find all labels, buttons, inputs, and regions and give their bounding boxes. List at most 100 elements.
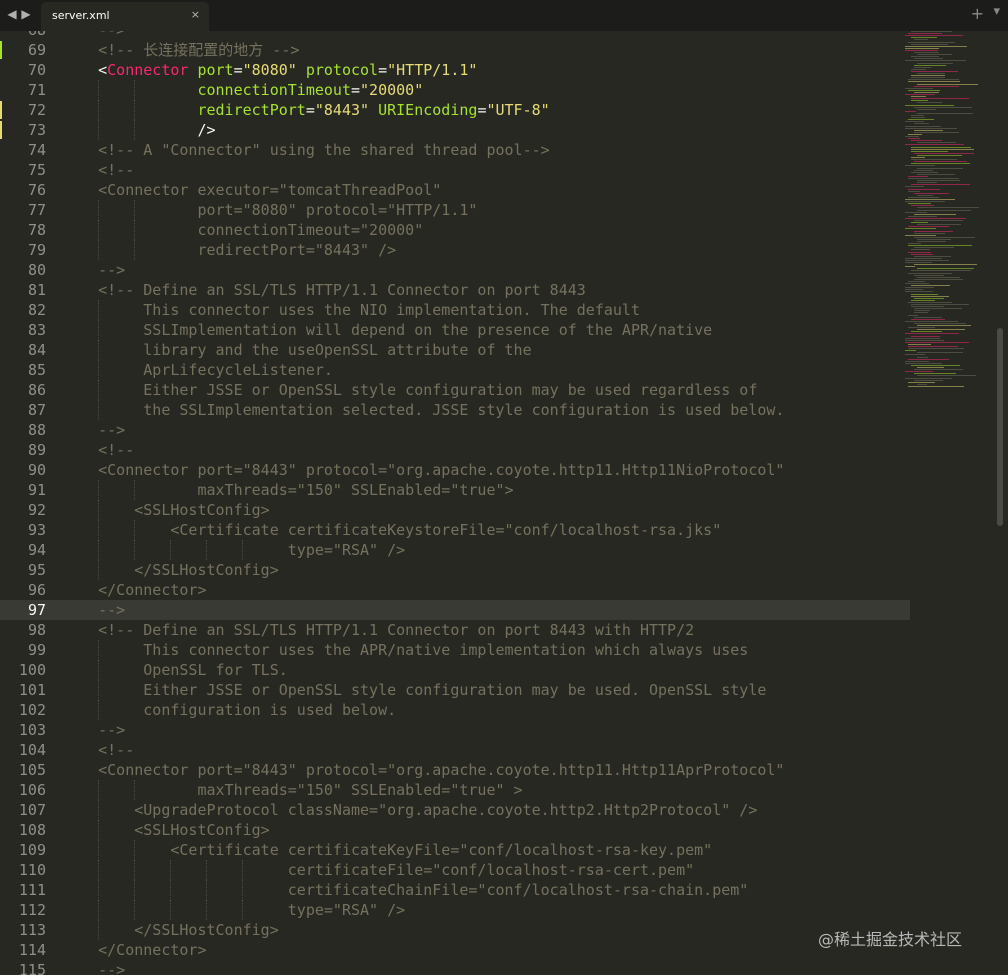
code-line[interactable]: 87 the SSLImplementation selected. JSSE … [0,400,910,420]
code-line[interactable]: 89 <!-- [0,440,910,460]
code-line[interactable]: 99 This connector uses the APR/native im… [0,640,910,660]
code-line[interactable]: 80 --> [0,260,910,280]
line-text: --> [62,601,126,619]
minimap-line [917,62,953,64]
code-line[interactable]: 82 This connector uses the NIO implement… [0,300,910,320]
tab-close-icon[interactable]: × [191,8,200,21]
code-line[interactable]: 78 connectionTimeout="20000" [0,220,910,240]
line-text: certificateFile="conf/localhost-rsa-cert… [62,861,695,879]
vertical-scrollbar[interactable] [997,328,1003,526]
code-line[interactable]: 85 AprLifecycleListener. [0,360,910,380]
minimap-line [917,154,962,156]
code-line[interactable]: 110 certificateFile="conf/localhost-rsa-… [0,860,910,880]
code-line[interactable]: 73 /> [0,120,910,140]
minimap-line [914,230,953,232]
code-line[interactable]: 76 <Connector executor="tomcatThreadPool… [0,180,910,200]
code-line[interactable]: 91 maxThreads="150" SSLEnabled="true"> [0,480,910,500]
code-line[interactable]: 108 <SSLHostConfig> [0,820,910,840]
code-line[interactable]: 113 </SSLHostConfig> [0,920,910,940]
minimap-line [911,140,942,142]
code-line[interactable]: 84 library and the useOpenSSL attribute … [0,340,910,360]
code-line[interactable]: 92 <SSLHostConfig> [0,500,910,520]
code-line[interactable]: 79 redirectPort="8443" /> [0,240,910,260]
minimap-line [911,157,926,158]
minimap-line [905,262,932,263]
minimap[interactable] [905,31,987,391]
code-line[interactable]: 71 connectionTimeout="20000" [0,80,910,100]
minimap-line [908,33,943,35]
minimap-line [905,289,924,291]
tab-menu-icon[interactable]: ▾ [993,4,1000,19]
minimap-line [905,127,957,129]
code-line[interactable]: 100 OpenSSL for TLS. [0,660,910,680]
minimap-line [905,47,940,49]
minimap-line [905,337,940,339]
code-line[interactable]: 75 <!-- [0,160,910,180]
code-line[interactable]: 72 redirectPort="8443" URIEncoding="UTF-… [0,100,910,120]
tab-nav-left-icon[interactable]: ◀ [6,6,18,22]
code-line[interactable]: 97 --> [0,600,910,620]
code-line[interactable]: 90 <Connector port="8443" protocol="org.… [0,460,910,480]
line-number: 86 [27,381,46,399]
code-line[interactable]: 115 --> [0,960,910,975]
minimap-line [914,131,960,133]
line-text: <UpgradeProtocol className="org.apache.c… [62,801,758,819]
minimap-line [908,381,936,383]
code-line[interactable]: 94 type="RSA" /> [0,540,910,560]
code-line[interactable]: 95 </SSLHostConfig> [0,560,910,580]
code-line[interactable]: 101 Either JSSE or OpenSSL style configu… [0,680,910,700]
code-line[interactable]: 86 Either JSSE or OpenSSL style configur… [0,380,910,400]
new-tab-icon[interactable]: + [971,4,984,23]
minimap-line [911,37,937,39]
line-text: maxThreads="150" SSLEnabled="true"> [62,481,514,499]
code-line[interactable]: 98 <!-- Define an SSL/TLS HTTP/1.1 Conne… [0,620,910,640]
minimap-line [908,203,931,205]
line-text: <!-- [62,741,135,759]
code-line[interactable]: 102 configuration is used below. [0,700,910,720]
code-line[interactable]: 107 <UpgradeProtocol className="org.apac… [0,800,910,820]
code-line[interactable]: 103 --> [0,720,910,740]
code-line[interactable]: 93 <Certificate certificateKeystoreFile=… [0,520,910,540]
code-line[interactable]: 88 --> [0,420,910,440]
code-line[interactable]: 106 maxThreads="150" SSLEnabled="true" > [0,780,910,800]
line-number: 103 [18,721,46,739]
code-line[interactable]: 81 <!-- Define an SSL/TLS HTTP/1.1 Conne… [0,280,910,300]
code-line[interactable]: 74 <!-- A "Connector" using the shared t… [0,140,910,160]
code-token: "HTTP/1.1" [387,61,478,79]
tab-nav-right-icon[interactable]: ▶ [20,6,32,22]
code-line[interactable]: 68 --> [0,31,910,40]
code-line[interactable]: 70 <Connector port="8080" protocol="HTTP… [0,60,910,80]
code-line[interactable]: 112 type="RSA" /> [0,900,910,920]
line-text: </Connector> [62,941,207,959]
minimap-line [914,39,929,41]
line-number: 88 [27,421,46,439]
minimap-line [914,85,960,87]
code-line[interactable]: 96 </Connector> [0,580,910,600]
minimap-line [905,45,967,47]
minimap-line [911,249,930,251]
minimap-line [908,178,959,179]
minimap-line [905,362,943,364]
code-line[interactable]: 105 <Connector port="8443" protocol="org… [0,760,910,780]
minimap-line [905,60,966,62]
line-text: redirectPort="8443" URIEncoding="UTF-8" [62,100,549,120]
minimap-line [905,110,917,112]
code-line[interactable]: 83 SSLImplementation will depend on the … [0,320,910,340]
code-editor[interactable]: 68 -->69 <!-- 长连接配置的地方 -->70 <Connector … [0,31,1008,975]
code-line[interactable]: 109 <Certificate certificateKeyFile="con… [0,840,910,860]
tab-server-xml[interactable]: server.xml × [41,2,209,31]
code-line[interactable]: 77 port="8080" protocol="HTTP/1.1" [0,200,910,220]
minimap-line [914,66,932,68]
line-number: 91 [27,481,46,499]
code-token: URIEncoding [378,101,478,119]
line-number: 102 [18,701,46,719]
line-number: 89 [27,441,46,459]
code-line[interactable]: 104 <!-- [0,740,910,760]
code-line[interactable]: 69 <!-- 长连接配置的地方 --> [0,40,910,60]
code-line[interactable]: 111 certificateChainFile="conf/localhost… [0,880,910,900]
line-text: Either JSSE or OpenSSL style configurati… [62,681,767,699]
minimap-line [911,299,935,301]
minimap-line [911,331,943,333]
code-line[interactable]: 114 </Connector> [0,940,910,960]
line-number: 95 [27,561,46,579]
